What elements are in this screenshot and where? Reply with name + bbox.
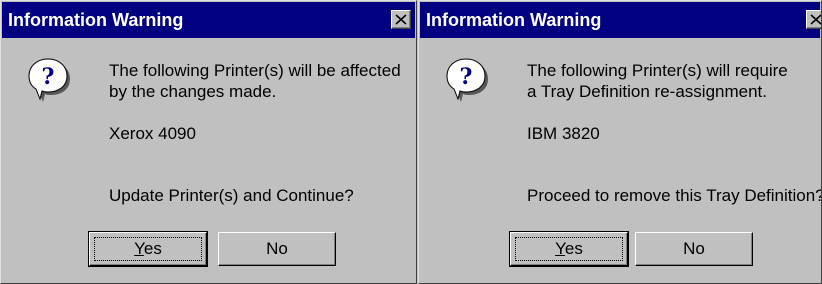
close-icon (395, 14, 407, 25)
no-button[interactable]: No (218, 232, 336, 266)
no-button-label: No (683, 239, 705, 258)
message-line-1: The following Printer(s) will be affecte… (109, 61, 401, 80)
dialog-title: Information Warning (426, 10, 602, 30)
dialog-title-bar: Information Warning (2, 2, 415, 38)
close-button[interactable] (391, 10, 411, 29)
message-line-1: The following Printer(s) will require (527, 61, 788, 80)
confirmation-question: Proceed to remove this Tray Definition? (527, 186, 822, 205)
yes-button-label: Yes (94, 237, 202, 261)
svg-text:?: ? (460, 64, 473, 90)
printer-name: Xerox 4090 (109, 124, 196, 143)
question-icon: ? (28, 58, 70, 102)
message-line-2: by the changes made. (109, 82, 277, 101)
screenshot-stage: Information Warning ? The following Prin… (0, 0, 822, 284)
no-button-label: No (266, 239, 288, 258)
no-button[interactable]: No (635, 232, 753, 266)
printer-name: IBM 3820 (527, 124, 600, 143)
yes-button[interactable]: Yes (88, 231, 208, 267)
dialog-title-bar: Information Warning (420, 2, 821, 38)
yes-button[interactable]: Yes (509, 231, 629, 267)
warning-dialog-tray-definition: Information Warning ? The following Prin… (418, 0, 822, 284)
confirmation-question: Update Printer(s) and Continue? (109, 186, 354, 205)
yes-button-label: Yes (515, 237, 623, 261)
dialog-title: Information Warning (8, 10, 184, 30)
warning-dialog-printer-update: Information Warning ? The following Prin… (0, 0, 417, 284)
close-icon (810, 14, 821, 25)
close-button[interactable] (806, 10, 821, 29)
svg-text:?: ? (42, 64, 55, 90)
message-line-2: a Tray Definition re-assignment. (527, 82, 767, 101)
question-icon: ? (446, 58, 488, 102)
